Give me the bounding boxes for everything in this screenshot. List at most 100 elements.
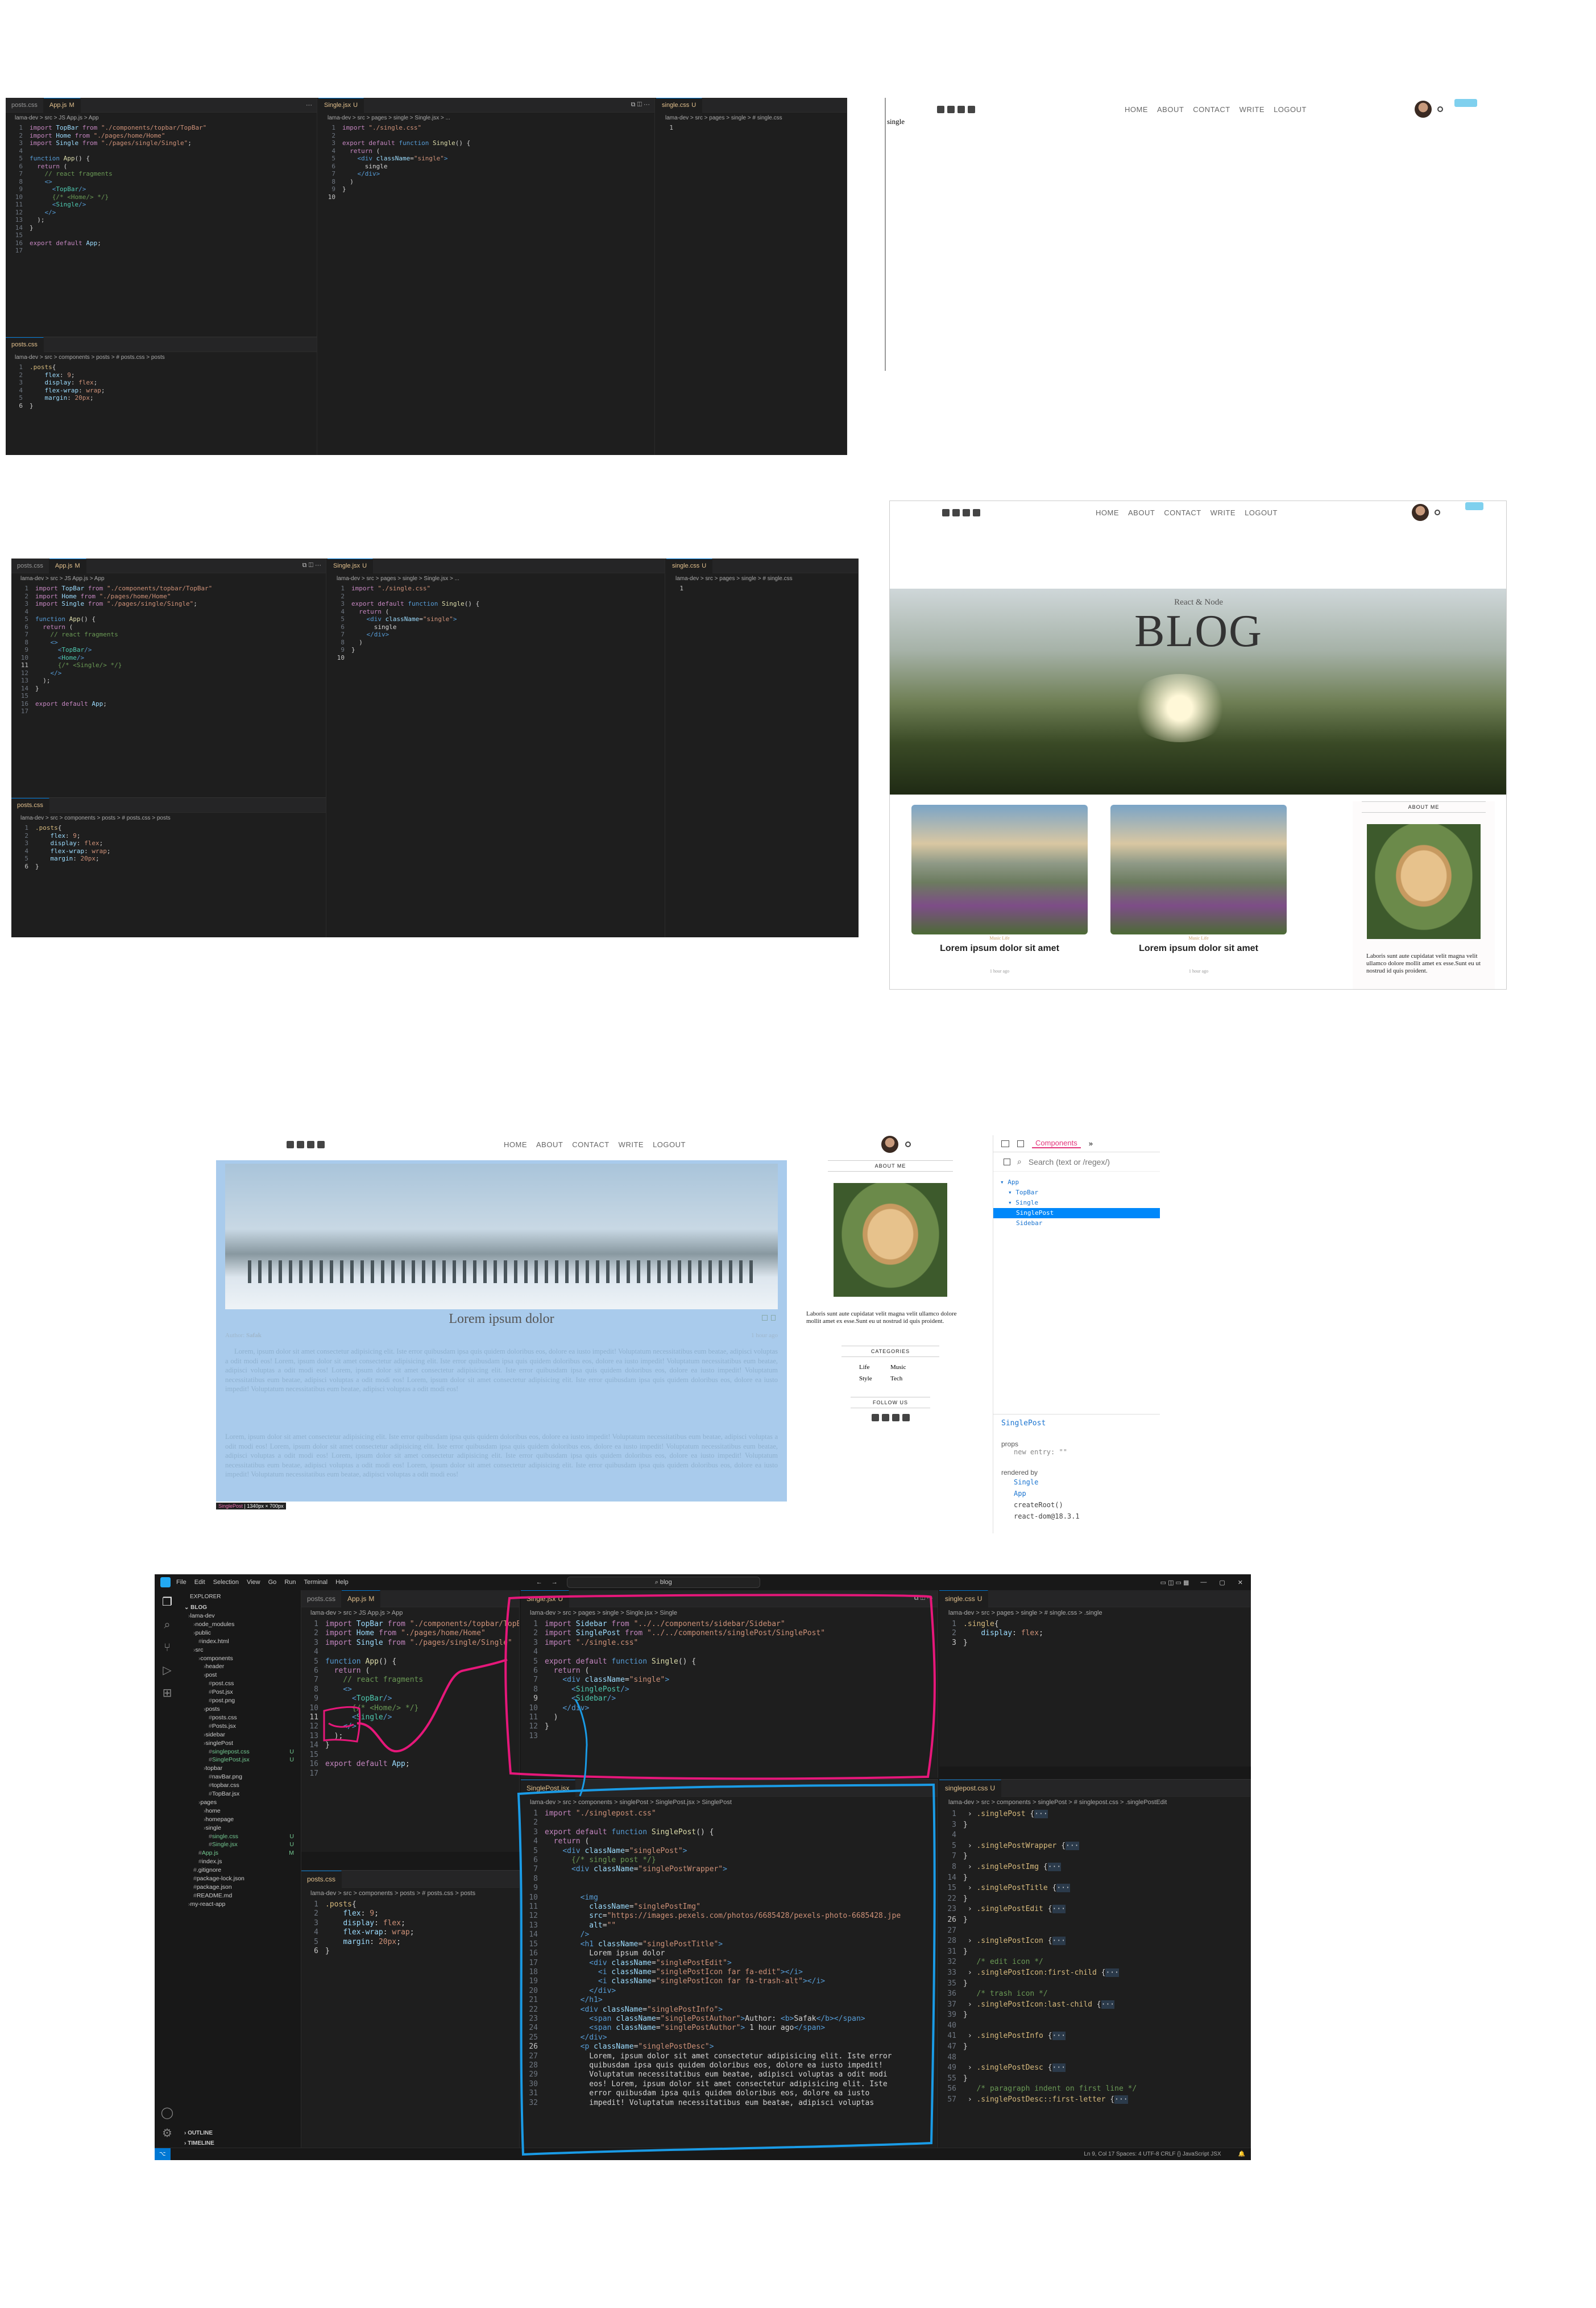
menu-item-selection[interactable]: Selection	[213, 1579, 239, 1586]
folder-item[interactable]: › components	[180, 1655, 301, 1663]
nav-contact[interactable]: CONTACT	[572, 1140, 609, 1149]
menu-item-go[interactable]: Go	[268, 1579, 277, 1586]
rendered-by-item[interactable]: App	[1014, 1488, 1153, 1499]
twitter-icon[interactable]	[947, 105, 955, 113]
tab-posts-css[interactable]: posts.css	[6, 98, 44, 113]
file-item[interactable]: # index.js	[180, 1858, 301, 1866]
explorer-root[interactable]: ⌄ BLOG	[180, 1603, 301, 1612]
tab-posts-css[interactable]: posts.css	[11, 798, 49, 813]
source-control-icon[interactable]: ⑂	[155, 1640, 180, 1654]
menu-item-edit[interactable]: Edit	[194, 1579, 205, 1586]
nav-home[interactable]: HOME	[504, 1140, 527, 1149]
file-item[interactable]: # single.css U	[180, 1833, 301, 1841]
folder-item[interactable]: › node_modules	[180, 1620, 301, 1629]
post-card[interactable]	[911, 805, 1088, 936]
instagram-icon[interactable]	[973, 508, 980, 516]
file-item[interactable]: # Posts.jsx	[180, 1722, 301, 1731]
tab-single-jsx[interactable]: Single.jsx U	[521, 1590, 570, 1607]
nav-about[interactable]: ABOUT	[1157, 105, 1184, 114]
facebook-icon[interactable]	[287, 1140, 294, 1148]
post-card[interactable]	[1110, 805, 1287, 936]
run-debug-icon[interactable]: ▷	[155, 1663, 180, 1677]
file-item[interactable]: # post.png	[180, 1697, 301, 1705]
category-item[interactable]: Style	[859, 1375, 890, 1382]
tab-single-css[interactable]: single.css U	[656, 98, 703, 113]
avatar[interactable]	[881, 1136, 898, 1153]
minimize-icon[interactable]: —	[1200, 1579, 1207, 1586]
tab-posts-css[interactable]: posts.css	[11, 559, 49, 573]
nav-write[interactable]: WRITE	[1211, 508, 1236, 517]
new-entry[interactable]: new entry: ""	[1001, 1448, 1153, 1456]
file-item[interactable]: # SinglePost.jsx U	[180, 1756, 301, 1764]
file-item[interactable]: # App.js M	[180, 1849, 301, 1858]
file-item[interactable]: # singlepost.css U	[180, 1748, 301, 1756]
menu-item-terminal[interactable]: Terminal	[304, 1579, 328, 1586]
tab-single-css[interactable]: single.css U	[939, 1590, 989, 1607]
command-center[interactable]: ⌕ blog	[566, 1577, 760, 1588]
tab-app-js[interactable]: App.js M	[43, 98, 81, 113]
bell-icon[interactable]: 🔔	[1238, 2151, 1245, 2157]
avatar[interactable]	[1412, 504, 1429, 521]
tab-singlepost-css[interactable]: singlepost.css U	[939, 1780, 1002, 1797]
nav-contact[interactable]: CONTACT	[1164, 508, 1201, 517]
facebook-icon[interactable]	[937, 105, 944, 113]
split-icon[interactable]: ⧉ ◫ ···	[302, 562, 326, 569]
tab-single-css[interactable]: single.css U	[666, 559, 713, 573]
pinterest-icon[interactable]	[307, 1140, 314, 1148]
nav-about[interactable]: ABOUT	[1128, 508, 1155, 517]
inspect-icon[interactable]	[1001, 1140, 1009, 1147]
more-icon[interactable]: ···	[508, 1595, 519, 1602]
split-icon[interactable]: ⧉ ◫ ···	[914, 1595, 938, 1602]
instagram-icon[interactable]	[968, 105, 975, 113]
post-title[interactable]: Lorem ipsum dolor sit amet	[1110, 944, 1287, 954]
category-item[interactable]: Music	[890, 1364, 922, 1371]
rendered-by-item[interactable]: Single	[1014, 1476, 1153, 1488]
file-item[interactable]: # Post.jsx	[180, 1688, 301, 1697]
maximize-icon[interactable]: ▢	[1219, 1579, 1225, 1586]
folder-item[interactable]: › public	[180, 1629, 301, 1637]
folder-item[interactable]: › pages	[180, 1798, 301, 1807]
folder-item[interactable]: › post	[180, 1671, 301, 1680]
folder-item[interactable]: › singlePost	[180, 1739, 301, 1748]
instagram-icon[interactable]	[902, 1414, 910, 1421]
twitter-icon[interactable]	[297, 1140, 304, 1148]
tab-app-js[interactable]: App.js M	[49, 559, 86, 573]
file-item[interactable]: # navBar.png	[180, 1773, 301, 1781]
instagram-icon[interactable]	[317, 1140, 325, 1148]
settings-gear-icon[interactable]: ⚙	[155, 2126, 180, 2140]
nav-home[interactable]: HOME	[1096, 508, 1119, 517]
split-icon[interactable]: ⧉ ◫ ···	[631, 101, 654, 109]
timeline-section[interactable]: › TIMELINE	[184, 2140, 214, 2146]
facebook-icon[interactable]	[942, 508, 950, 516]
folder-item[interactable]: › lama-dev	[180, 1612, 301, 1620]
file-item[interactable]: # Single.jsx U	[180, 1840, 301, 1849]
file-item[interactable]: # posts.css	[180, 1714, 301, 1722]
search-icon[interactable]	[905, 1141, 911, 1147]
pinterest-icon[interactable]	[957, 105, 965, 113]
device-icon[interactable]	[1017, 1140, 1024, 1147]
pinterest-icon[interactable]	[963, 508, 970, 516]
search-input[interactable]	[1028, 1157, 1142, 1167]
files-icon[interactable]: ❐	[155, 1595, 180, 1608]
avatar[interactable]	[1415, 101, 1432, 118]
file-item[interactable]: # package.json	[180, 1883, 301, 1892]
nav-about[interactable]: ABOUT	[536, 1140, 563, 1149]
folder-item[interactable]: › single	[180, 1824, 301, 1833]
more-icon[interactable]: ···	[306, 102, 317, 109]
folder-item[interactable]: › posts	[180, 1705, 301, 1714]
file-item[interactable]: # package-lock.json	[180, 1875, 301, 1883]
tab-app-js[interactable]: App.js M	[342, 1590, 381, 1607]
edit-icon[interactable]	[762, 1315, 768, 1321]
menu-item-view[interactable]: View	[247, 1579, 260, 1586]
file-item[interactable]: # post.css	[180, 1680, 301, 1688]
file-item[interactable]: # index.html	[180, 1637, 301, 1646]
more-tabs-icon[interactable]: »	[1089, 1139, 1093, 1148]
tab-singlepost-jsx[interactable]: SinglePost.jsx	[521, 1780, 576, 1797]
back-icon[interactable]: ←	[536, 1579, 542, 1586]
extensions-icon[interactable]: ⊞	[155, 1686, 180, 1699]
folder-item[interactable]: › home	[180, 1807, 301, 1815]
folder-item[interactable]: › my-react-app	[180, 1900, 301, 1909]
forward-icon[interactable]: →	[552, 1579, 558, 1586]
pinterest-icon[interactable]	[892, 1414, 899, 1421]
tab-posts-css[interactable]: posts.css	[301, 1871, 342, 1888]
